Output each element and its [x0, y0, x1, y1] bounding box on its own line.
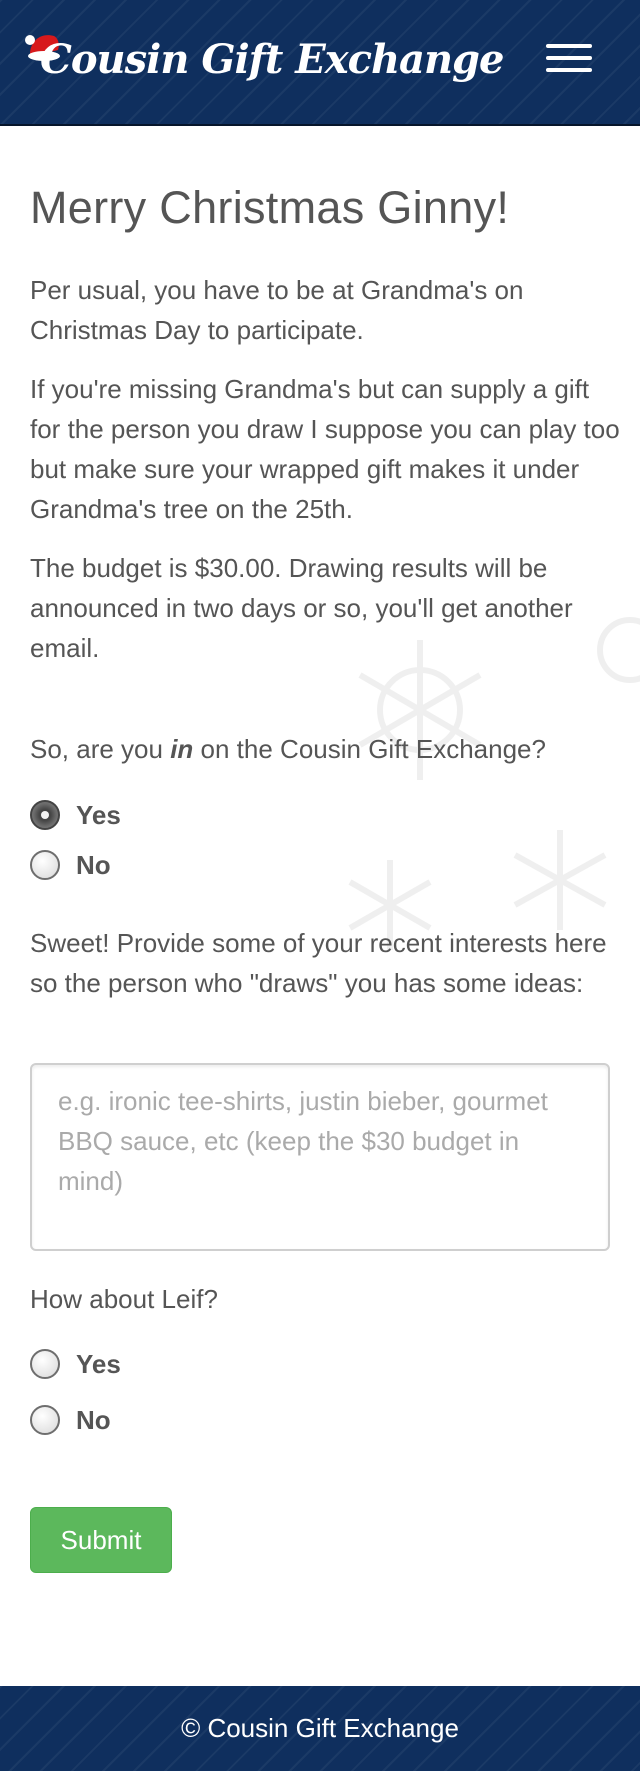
copyright-text: © Cousin Gift Exchange — [181, 1713, 459, 1743]
participate-yes-radio[interactable] — [30, 800, 60, 830]
footer: © Cousin Gift Exchange — [0, 1686, 640, 1771]
hamburger-icon[interactable] — [538, 36, 600, 80]
participate-yes-option[interactable]: Yes — [30, 795, 121, 835]
question-emphasis: in — [170, 734, 194, 764]
interests-prompt: Sweet! Provide some of your recent inter… — [30, 928, 607, 998]
partner-question: How about Leif? — [30, 1284, 218, 1314]
partner-yes-option[interactable]: Yes — [30, 1344, 121, 1384]
brand-title: Cousin Gift Exchange — [40, 36, 504, 83]
submit-button[interactable]: Submit — [30, 1507, 172, 1573]
attendance-note: Per usual, you have to be at Grandma's o… — [30, 275, 524, 345]
question-text-start: So, are you — [30, 734, 171, 764]
participate-no-radio[interactable] — [30, 850, 60, 880]
participate-no-option[interactable]: No — [30, 845, 111, 885]
partner-yes-radio[interactable] — [30, 1349, 60, 1379]
budget-note: The budget is $30.00. Drawing results wi… — [30, 553, 573, 663]
remote-participation-note: If you're missing Grandma's but can supp… — [30, 374, 620, 524]
partner-no-radio[interactable] — [30, 1405, 60, 1435]
participate-no-label: No — [76, 849, 111, 880]
partner-no-label: No — [76, 1404, 111, 1435]
partner-yes-label: Yes — [76, 1348, 121, 1379]
interests-textarea[interactable]: e.g. ironic tee-shirts, justin bieber, g… — [30, 1063, 610, 1251]
question-text-end: on the Cousin Gift Exchange? — [193, 734, 546, 764]
participate-yes-label: Yes — [76, 799, 121, 830]
navbar: Cousin Gift Exchange — [0, 0, 640, 126]
participation-question: So, are you in on the Cousin Gift Exchan… — [30, 729, 620, 769]
partner-no-option[interactable]: No — [30, 1400, 111, 1440]
interests-placeholder: e.g. ironic tee-shirts, justin bieber, g… — [58, 1086, 548, 1196]
page-title: Merry Christmas Ginny! — [30, 182, 510, 233]
brand-link[interactable]: Cousin Gift Exchange — [24, 24, 504, 94]
